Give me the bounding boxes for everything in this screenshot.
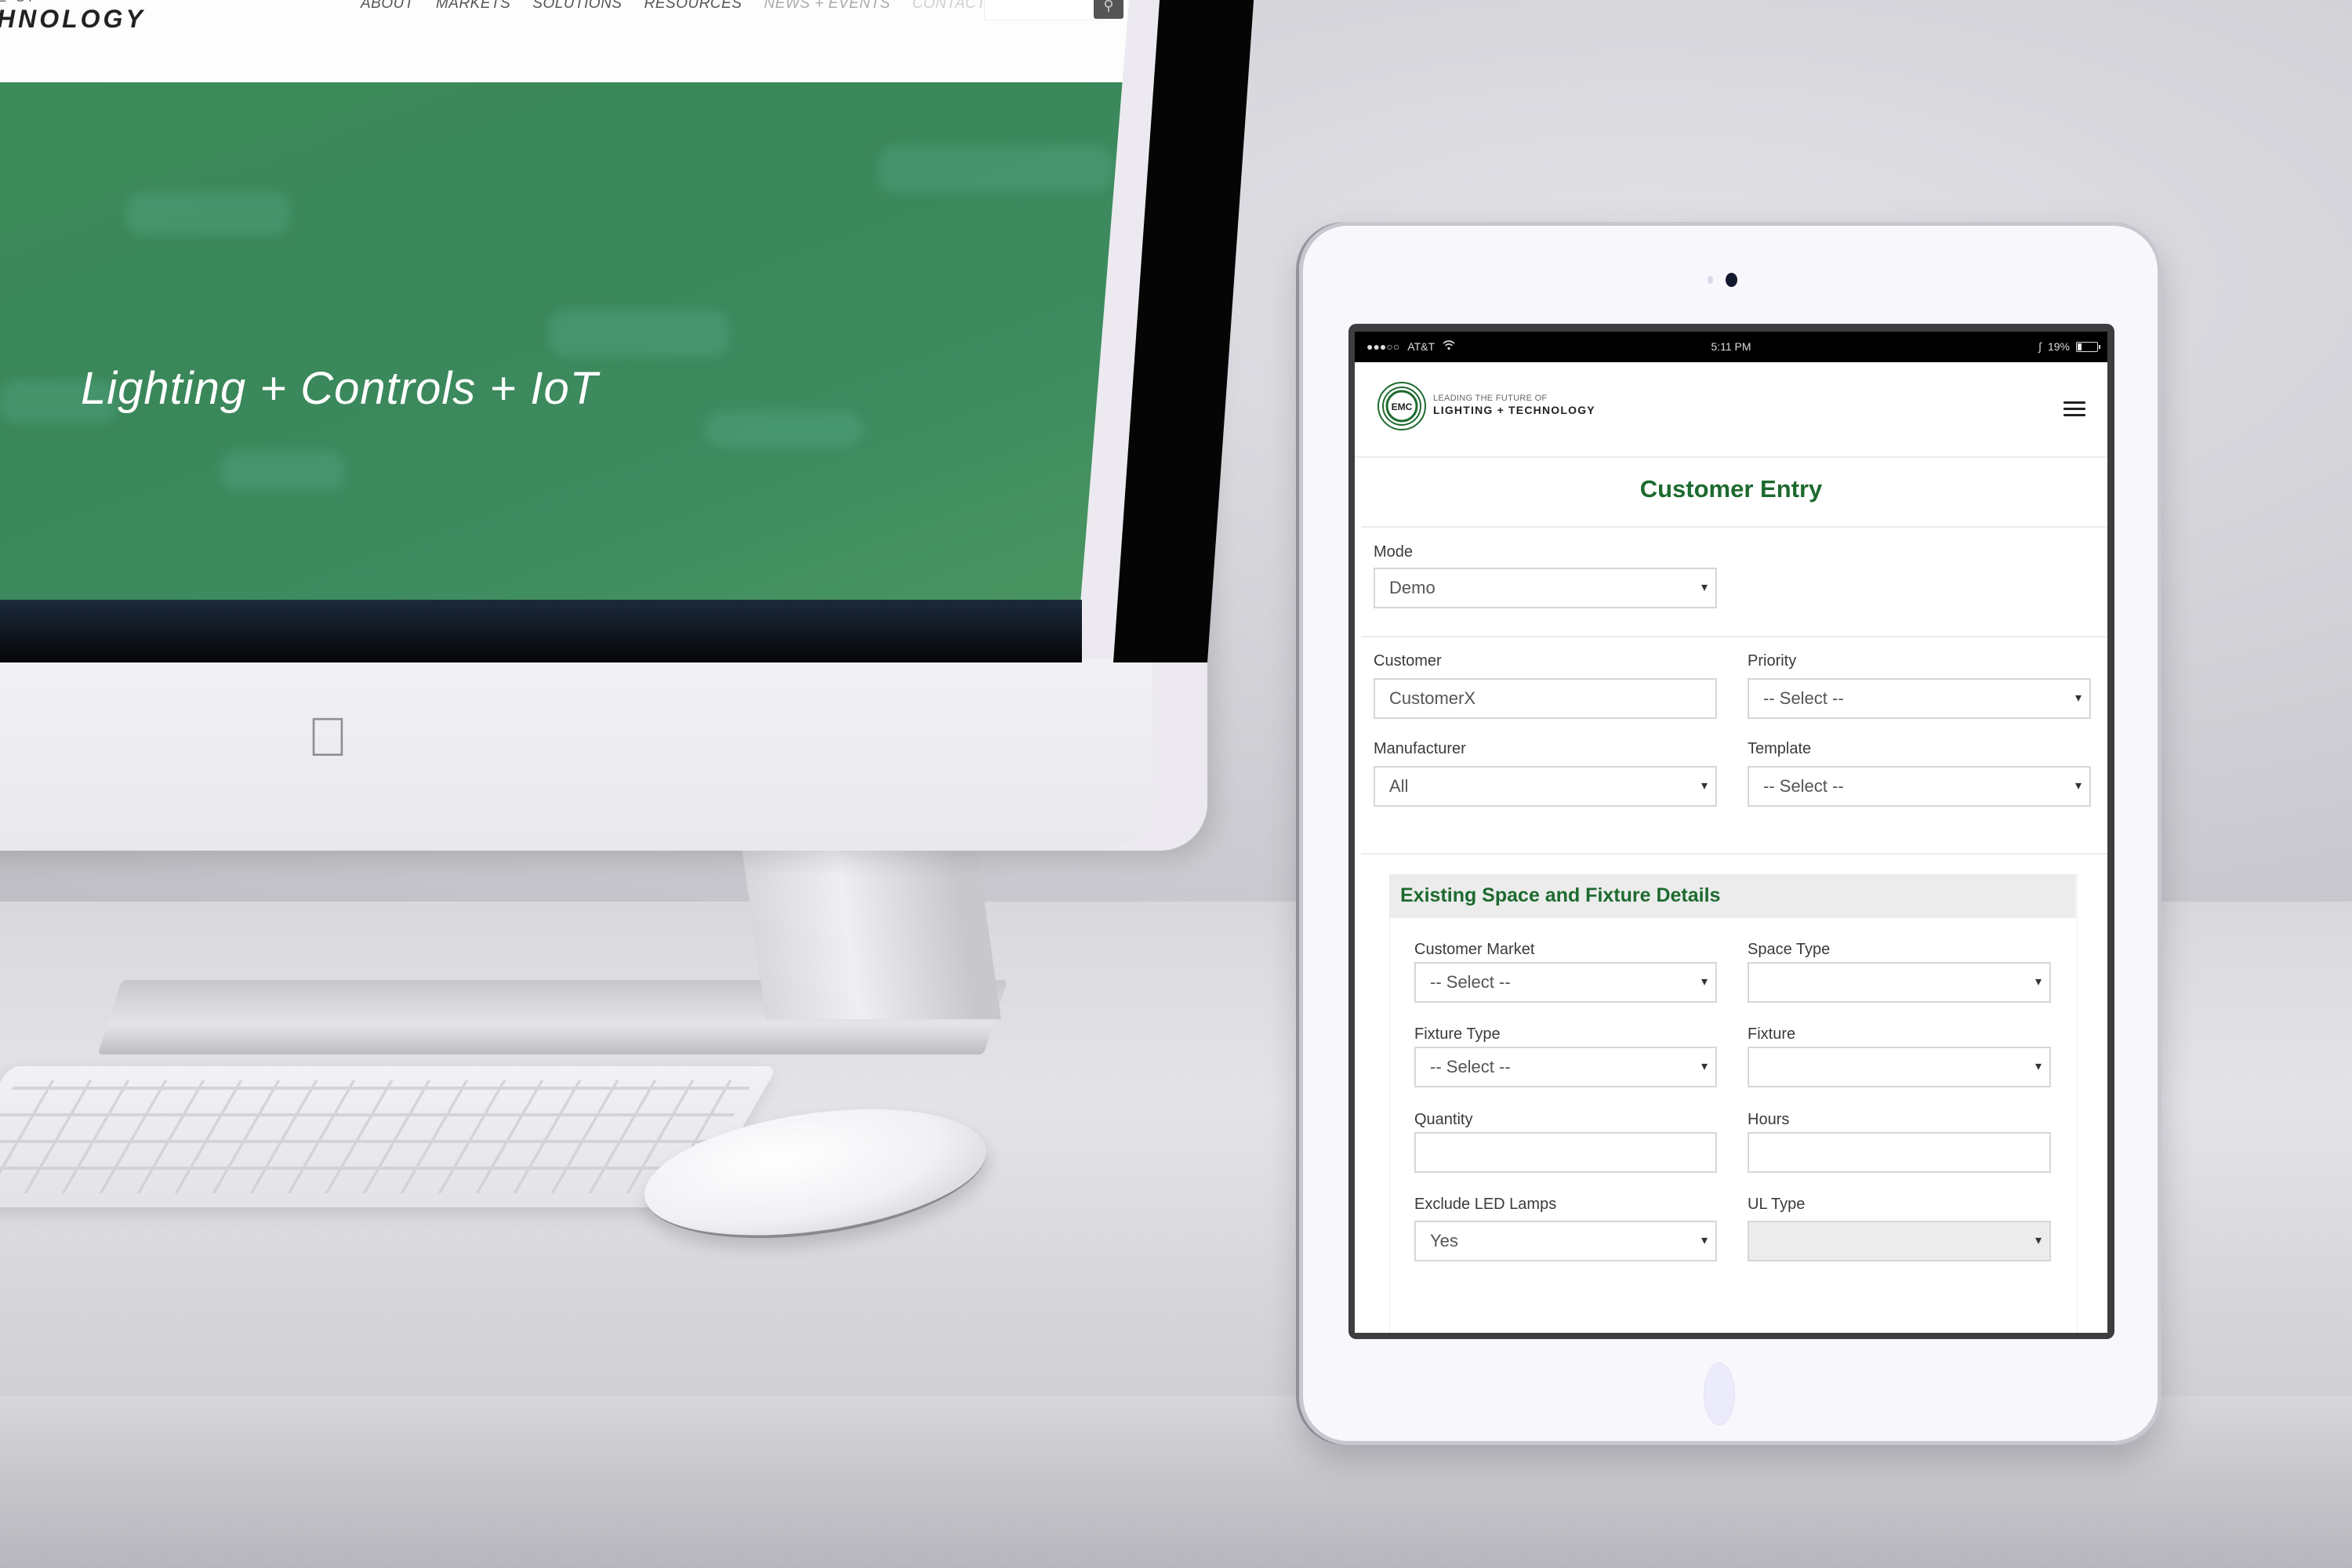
site-nav-links: ABOUT MARKETS SOLUTIONS RESOURCES NEWS +… (361, 0, 986, 13)
page-title: Customer Entry (1639, 475, 1823, 503)
exclude-led-lamps-label: Exclude LED Lamps (1414, 1196, 1557, 1213)
app-header: EMC LEADING THE FUTURE OF LIGHTING + TEC… (1355, 362, 2107, 458)
battery-icon (2076, 341, 2100, 352)
fixture-type-label: Fixture Type (1414, 1025, 1501, 1043)
nav-markets[interactable]: MARKETS (436, 0, 510, 13)
divider (1361, 526, 2107, 528)
search-icon[interactable]: ⚲ (1094, 0, 1123, 19)
priority-label: Priority (1748, 652, 1797, 670)
customer-market-label: Customer Market (1414, 941, 1535, 958)
fixture-label: Fixture (1748, 1025, 1796, 1043)
monitor-lower-bezel (0, 600, 1082, 662)
site-navbar: E OF HNOLOGY ABOUT MARKETS SOLUTIONS RES… (0, 0, 1129, 82)
hero-bokeh (220, 451, 345, 490)
hero-bokeh (878, 145, 1113, 192)
customer-label: Customer (1374, 652, 1442, 670)
nav-solutions[interactable]: SOLUTIONS (532, 0, 622, 13)
status-right: ∫ 19% (2038, 340, 2100, 353)
nav-contact[interactable]: CONTACT (913, 0, 986, 13)
priority-select[interactable]: -- Select -- (1748, 678, 2091, 719)
tablet-sensor (1708, 276, 1713, 284)
section-title: Existing Space and Fixture Details (1400, 884, 1721, 906)
hamburger-menu-icon[interactable] (2063, 401, 2085, 417)
hours-input[interactable] (1748, 1132, 2051, 1173)
ul-type-select[interactable] (1748, 1221, 2051, 1261)
template-label: Template (1748, 740, 1812, 757)
divider (1361, 636, 2107, 637)
customer-market-select[interactable]: -- Select -- (1414, 962, 1717, 1003)
space-type-select[interactable] (1748, 962, 2051, 1003)
mode-label: Mode (1374, 543, 1414, 561)
desktop-website: E OF HNOLOGY ABOUT MARKETS SOLUTIONS RES… (0, 0, 1129, 604)
bluetooth-icon: ∫ (2038, 340, 2042, 353)
hero-bokeh (549, 310, 729, 357)
manufacturer-value: All (1389, 776, 1409, 796)
manufacturer-select[interactable]: All (1374, 766, 1717, 807)
emc-logo-icon[interactable]: EMC (1377, 381, 1427, 431)
quantity-input[interactable] (1414, 1132, 1717, 1173)
customer-input[interactable]: CustomerX (1374, 678, 1717, 719)
apple-logo-icon:  (304, 710, 351, 764)
logo-tagline: LEADING THE FUTURE OF (1433, 394, 1548, 403)
manufacturer-label: Manufacturer (1374, 740, 1466, 757)
home-button[interactable] (1704, 1363, 1735, 1425)
monitor-chin (0, 659, 1152, 851)
status-bar: ●●●○○ AT&T 5:11 PM ∫ 19% (1355, 332, 2107, 362)
exclude-led-lamps-value: Yes (1430, 1231, 1458, 1250)
hero-bokeh (706, 412, 862, 447)
site-search-input[interactable] (984, 0, 1103, 20)
nav-about[interactable]: ABOUT (361, 0, 414, 13)
mode-select[interactable]: Demo (1374, 568, 1717, 608)
nav-news-events[interactable]: NEWS + EVENTS (764, 0, 890, 13)
priority-value: -- Select -- (1763, 688, 1844, 708)
template-select[interactable]: -- Select -- (1748, 766, 2091, 807)
hero-banner: Lighting + Controls + IoT (0, 82, 1129, 604)
fixture-type-select[interactable]: -- Select -- (1414, 1047, 1717, 1087)
camera-icon (1726, 273, 1737, 287)
divider (1361, 853, 2107, 855)
hero-bokeh (125, 192, 290, 235)
hours-label: Hours (1748, 1111, 1790, 1128)
nav-resources[interactable]: RESOURCES (644, 0, 742, 13)
keyboard-keys (0, 1080, 754, 1193)
section-header: Existing Space and Fixture Details (1389, 874, 2076, 918)
tablet-screen: ●●●○○ AT&T 5:11 PM ∫ 19% EMC LEADING THE… (1355, 332, 2107, 1333)
mode-value: Demo (1389, 578, 1436, 597)
ul-type-label: UL Type (1748, 1196, 1806, 1213)
monitor-stand-neck (739, 831, 1001, 1019)
battery-percent: 19% (2047, 340, 2070, 353)
hero-title: Lighting + Controls + IoT (81, 363, 599, 414)
fixture-type-value: -- Select -- (1430, 1057, 1511, 1076)
fixture-select[interactable] (1748, 1047, 2051, 1087)
quantity-label: Quantity (1414, 1111, 1473, 1128)
logo-wordmark: LEADING THE FUTURE OF LIGHTING + TECHNOL… (1433, 394, 1595, 416)
logo-mark-text: EMC (1392, 401, 1413, 412)
battery-level (2078, 343, 2082, 350)
template-value: -- Select -- (1763, 776, 1844, 796)
exclude-led-lamps-select[interactable]: Yes (1414, 1221, 1717, 1261)
site-logo[interactable]: HNOLOGY (0, 5, 146, 34)
status-time: 5:11 PM (1711, 340, 1751, 353)
customer-market-value: -- Select -- (1430, 972, 1511, 992)
customer-value: CustomerX (1389, 688, 1476, 708)
logo-name: LIGHTING + TECHNOLOGY (1433, 404, 1595, 416)
space-type-label: Space Type (1748, 941, 1831, 958)
